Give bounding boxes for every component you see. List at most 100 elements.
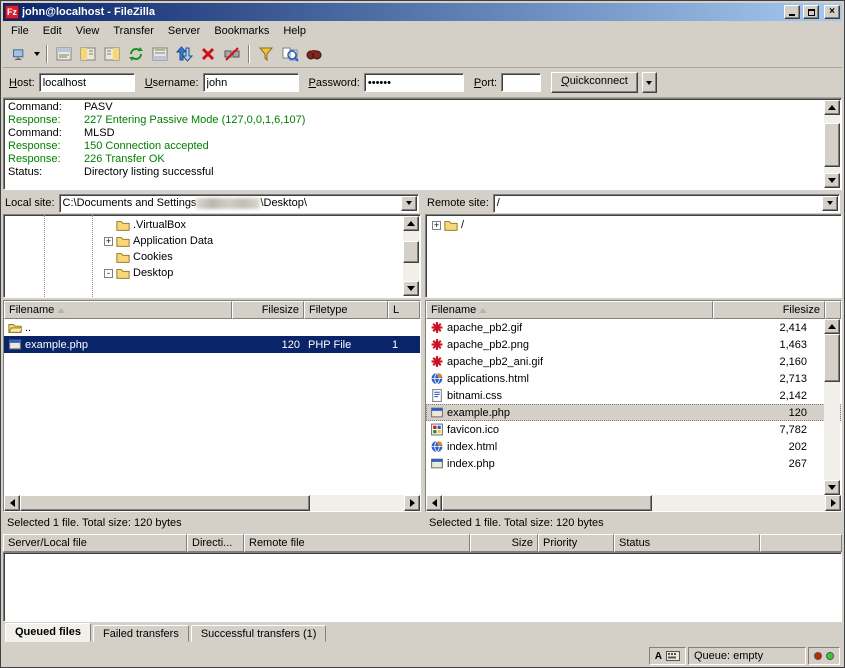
- file-row-example-php[interactable]: example.php 120 PHP File 1: [4, 336, 420, 353]
- host-input[interactable]: [39, 73, 135, 92]
- toggle-queue-icon[interactable]: [148, 43, 172, 65]
- scrollbar-track[interactable]: [824, 115, 840, 173]
- password-input[interactable]: [364, 73, 464, 92]
- cancel-icon[interactable]: [196, 43, 220, 65]
- close-icon: ×: [829, 7, 835, 17]
- tree-collapse-icon[interactable]: -: [104, 269, 113, 278]
- local-site-combobox[interactable]: C:\Documents and Settings\Desktop\: [59, 194, 419, 213]
- local-site-label: Local site:: [5, 197, 55, 209]
- tree-expand-icon[interactable]: +: [432, 221, 441, 230]
- file-row[interactable]: apache_pb2.png 1,463: [426, 336, 841, 353]
- scrollbar-track[interactable]: [442, 495, 825, 511]
- tab-queued-files[interactable]: Queued files: [5, 623, 91, 642]
- tree-expand-icon[interactable]: +: [104, 237, 113, 246]
- toggle-local-tree-icon[interactable]: [76, 43, 100, 65]
- combo-dropdown-icon[interactable]: [822, 196, 838, 211]
- remote-vertical-scrollbar[interactable]: [824, 319, 840, 495]
- file-row[interactable]: index.html 202: [426, 438, 841, 455]
- local-path-prefix: C:\Documents and Settings: [63, 197, 197, 209]
- tree-item[interactable]: .VirtualBox: [4, 217, 420, 233]
- tree-item[interactable]: + Application Data: [4, 233, 420, 249]
- scroll-up-button[interactable]: [403, 216, 419, 231]
- remote-site-combobox[interactable]: /: [493, 194, 840, 213]
- scroll-up-button[interactable]: [824, 100, 840, 115]
- menu-bookmarks[interactable]: Bookmarks: [207, 22, 276, 40]
- filter-icon[interactable]: [254, 43, 278, 65]
- scrollbar-thumb[interactable]: [403, 241, 419, 263]
- file-row[interactable]: index.php 267: [426, 455, 841, 472]
- file-row[interactable]: favicon.ico 7,782: [426, 421, 841, 438]
- column-header-filename[interactable]: Filename: [426, 301, 713, 319]
- queue-column-status[interactable]: Status: [614, 534, 760, 552]
- window-title: john@localhost - FileZilla: [22, 6, 781, 18]
- tree-item[interactable]: Cookies: [4, 249, 420, 265]
- combo-dropdown-icon[interactable]: [401, 196, 417, 211]
- scroll-left-button[interactable]: [4, 495, 20, 511]
- queue-column-server-local-file[interactable]: Server/Local file: [3, 534, 187, 552]
- quickconnect-button[interactable]: Quickconnect: [551, 72, 638, 93]
- scroll-right-button[interactable]: [404, 495, 420, 511]
- menu-transfer[interactable]: Transfer: [106, 22, 161, 40]
- local-tree-scrollbar[interactable]: [403, 216, 419, 296]
- file-row[interactable]: apache_pb2_ani.gif 2,160: [426, 353, 841, 370]
- site-manager-icon[interactable]: [7, 43, 31, 65]
- directory-comparison-icon[interactable]: [278, 43, 302, 65]
- disconnect-icon[interactable]: [220, 43, 244, 65]
- tree-item[interactable]: - Desktop: [4, 265, 420, 281]
- tab-failed-transfers[interactable]: Failed transfers: [93, 625, 189, 642]
- column-header-filesize[interactable]: Filesize: [713, 301, 825, 319]
- scrollbar-thumb[interactable]: [824, 123, 840, 167]
- scroll-down-button[interactable]: [403, 281, 419, 296]
- column-header-filename[interactable]: Filename: [4, 301, 232, 319]
- tree-item[interactable]: + /: [426, 217, 841, 233]
- file-row-selected[interactable]: example.php 120: [426, 404, 841, 421]
- menu-edit[interactable]: Edit: [36, 22, 69, 40]
- scrollbar-track[interactable]: [20, 495, 404, 511]
- local-horizontal-scrollbar[interactable]: [4, 495, 420, 511]
- scrollbar-thumb[interactable]: [442, 495, 652, 511]
- queue-column-filler: [760, 534, 842, 552]
- queue-column-direction[interactable]: Directi...: [187, 534, 244, 552]
- minimize-button[interactable]: [784, 5, 800, 19]
- scroll-right-button[interactable]: [825, 495, 841, 511]
- maximize-button[interactable]: [803, 5, 819, 19]
- file-row[interactable]: applications.html 2,713: [426, 370, 841, 387]
- log-line: Command:PASV: [8, 101, 823, 114]
- refresh-icon[interactable]: [124, 43, 148, 65]
- find-files-icon[interactable]: [302, 43, 326, 65]
- file-row[interactable]: bitnami.css 2,142: [426, 387, 841, 404]
- toggle-remote-tree-icon[interactable]: [100, 43, 124, 65]
- column-header-last-modified[interactable]: L: [388, 301, 420, 319]
- local-tree-pane: Local site: C:\Documents and Settings\De…: [3, 192, 421, 298]
- menu-file[interactable]: File: [4, 22, 36, 40]
- scrollbar-thumb[interactable]: [20, 495, 310, 511]
- menu-help[interactable]: Help: [276, 22, 313, 40]
- port-input[interactable]: [501, 73, 541, 92]
- remote-horizontal-scrollbar[interactable]: [426, 495, 841, 511]
- site-manager-dropdown-icon[interactable]: [31, 43, 42, 65]
- username-input[interactable]: [203, 73, 299, 92]
- column-header-filetype[interactable]: Filetype: [304, 301, 388, 319]
- tab-successful-transfers[interactable]: Successful transfers (1): [191, 625, 327, 642]
- send-activity-led-icon: [826, 652, 834, 660]
- queue-column-remote-file[interactable]: Remote file: [244, 534, 470, 552]
- file-row-parent-dir[interactable]: ..: [4, 319, 420, 336]
- quickconnect-dropdown-icon[interactable]: [642, 72, 657, 93]
- menu-server[interactable]: Server: [161, 22, 207, 40]
- close-button[interactable]: ×: [824, 5, 840, 19]
- scrollbar-thumb[interactable]: [824, 334, 840, 382]
- menu-view[interactable]: View: [69, 22, 107, 40]
- queue-column-size[interactable]: Size: [470, 534, 538, 552]
- queue-column-priority[interactable]: Priority: [538, 534, 614, 552]
- scrollbar-track[interactable]: [824, 334, 840, 480]
- log-scrollbar[interactable]: [824, 100, 840, 188]
- toggle-message-log-icon[interactable]: [52, 43, 76, 65]
- scroll-left-button[interactable]: [426, 495, 442, 511]
- process-queue-icon[interactable]: [172, 43, 196, 65]
- file-row[interactable]: apache_pb2.gif 2,414: [426, 319, 841, 336]
- scroll-down-button[interactable]: [824, 173, 840, 188]
- scrollbar-track[interactable]: [403, 231, 419, 281]
- scroll-up-button[interactable]: [824, 319, 840, 334]
- column-header-filesize[interactable]: Filesize: [232, 301, 304, 319]
- scroll-down-button[interactable]: [824, 480, 840, 495]
